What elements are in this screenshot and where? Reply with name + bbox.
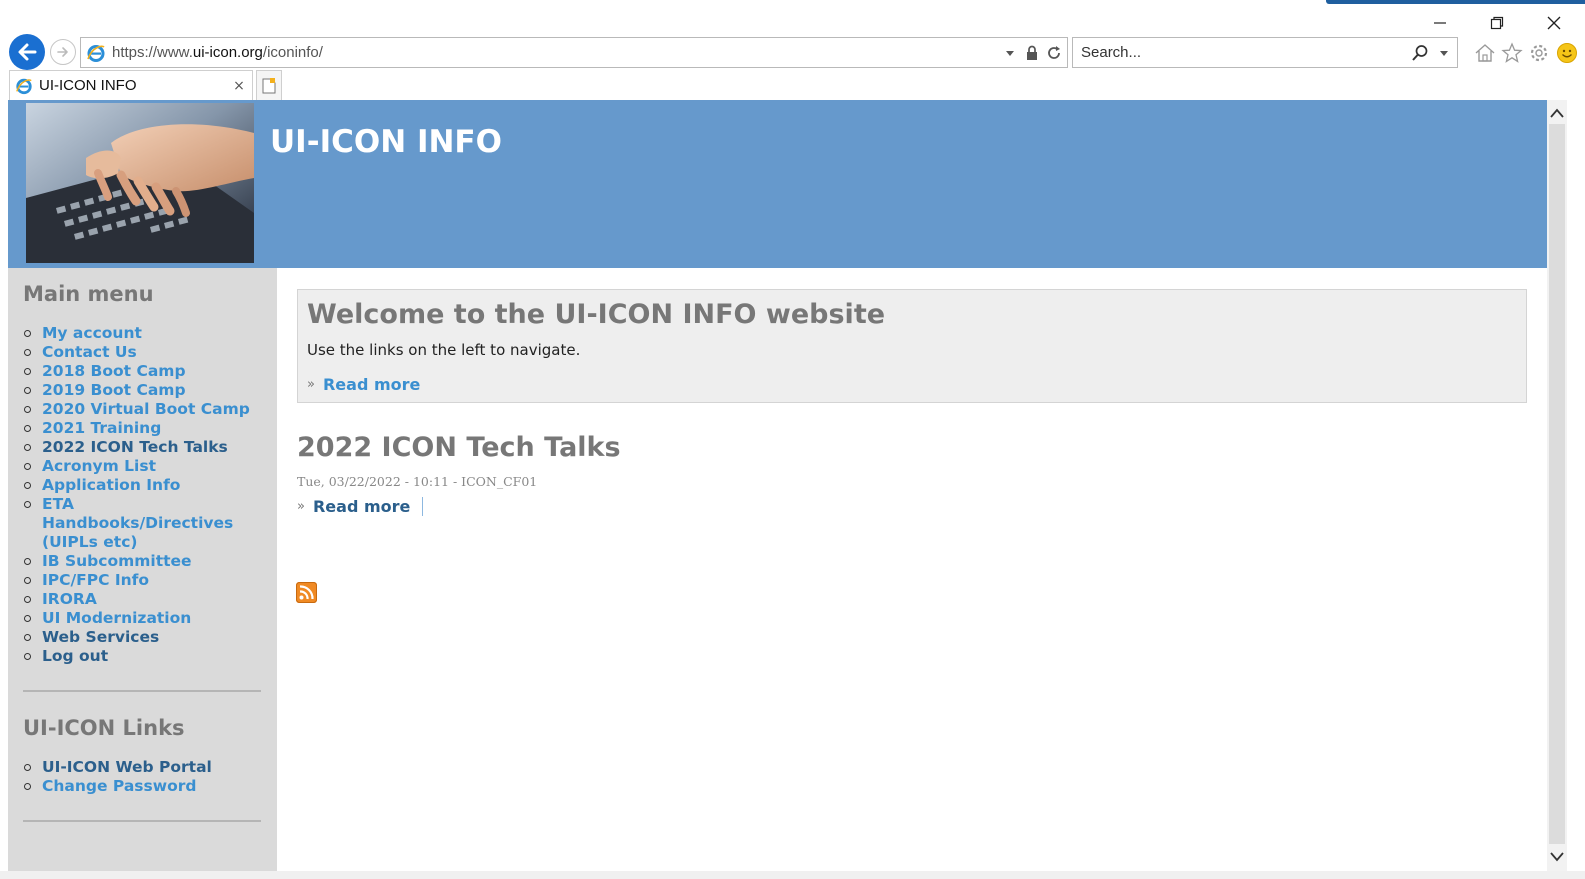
scroll-down-button[interactable]	[1549, 848, 1565, 866]
welcome-box: Welcome to the UI-ICON INFO website Use …	[297, 289, 1527, 403]
scroll-thumb[interactable]	[1549, 124, 1565, 844]
chevron-up-icon	[1550, 108, 1564, 118]
links-block-title: UI-ICON Links	[23, 716, 185, 740]
article-title[interactable]: 2022 ICON Tech Talks	[297, 432, 621, 463]
restore-icon	[1490, 16, 1504, 30]
url-domain: ui-icon.org	[192, 44, 263, 61]
tab-ui-icon-info[interactable]: UI-ICON INFO ×	[9, 70, 253, 100]
favorites-button[interactable]	[1501, 42, 1523, 64]
menu-item-acronym-list[interactable]: Acronym List	[23, 457, 253, 476]
title-accent-strip	[1326, 0, 1585, 4]
ie-logo-icon	[87, 44, 105, 62]
address-bar[interactable]: https://www.ui-icon.org/iconinfo/	[80, 37, 1068, 68]
menu-item-log-out[interactable]: Log out	[23, 647, 253, 666]
raquo-icon: »	[297, 499, 305, 514]
welcome-text: Use the links on the left to navigate.	[307, 341, 581, 359]
article-read-more-link[interactable]: Read more	[313, 497, 410, 516]
site-title: UI-ICON INFO	[270, 124, 502, 160]
menu-item-ib-subcommittee[interactable]: IB Subcommittee	[23, 552, 253, 571]
smiley-icon	[1557, 43, 1577, 63]
search-dropdown-button[interactable]	[1435, 44, 1453, 62]
restore-button[interactable]	[1477, 10, 1517, 36]
search-input[interactable]	[1073, 44, 1409, 61]
article-read-more-row: » Read more	[297, 497, 424, 516]
tab-close-button[interactable]: ×	[230, 78, 248, 94]
typing-keyboard-image	[26, 103, 254, 263]
refresh-icon	[1048, 45, 1060, 59]
menu-item-ipc-fpc-info[interactable]: IPC/FPC Info	[23, 571, 253, 590]
welcome-title: Welcome to the UI-ICON INFO website	[307, 299, 886, 330]
menu-item-2020-virtual-boot-camp[interactable]: 2020 Virtual Boot Camp	[23, 400, 253, 419]
search-bar[interactable]	[1072, 37, 1458, 68]
back-arrow-icon	[18, 43, 37, 61]
menu-item-my-account[interactable]: My account	[23, 324, 253, 343]
menu-item-2019-boot-camp[interactable]: 2019 Boot Camp	[23, 381, 253, 400]
browser-chrome: https://www.ui-icon.org/iconinfo/ Search…	[0, 0, 1585, 100]
home-icon	[1475, 44, 1495, 62]
minimize-button[interactable]	[1420, 10, 1460, 36]
close-icon	[1547, 16, 1561, 30]
feedback-button[interactable]	[1556, 42, 1578, 64]
menu-item-2022-icon-tech-talks[interactable]: 2022 ICON Tech Talks	[23, 438, 253, 457]
menu-item-eta-handbooks[interactable]: ETA Handbooks/Directives (UIPLs etc)	[23, 495, 233, 552]
chevron-down-icon	[1550, 852, 1564, 862]
welcome-read-more-row: » Read more	[307, 375, 420, 394]
window-bottom-edge	[0, 871, 1585, 879]
tools-button[interactable]	[1528, 42, 1550, 64]
sidebar-divider	[23, 690, 261, 692]
rss-icon[interactable]	[296, 582, 317, 603]
links-list: UI-ICON Web Portal Change Password	[23, 758, 253, 796]
minimize-icon	[1434, 22, 1446, 24]
address-dropdown-button[interactable]	[1001, 44, 1019, 62]
link-separator	[422, 497, 424, 516]
close-window-button[interactable]	[1534, 10, 1574, 36]
raquo-icon: »	[307, 377, 315, 392]
link-change-password[interactable]: Change Password	[23, 777, 253, 796]
tab-title: UI-ICON INFO	[39, 77, 137, 94]
menu-item-2021-training[interactable]: 2021 Training	[23, 419, 253, 438]
search-icon	[1412, 44, 1428, 61]
menu-item-web-services[interactable]: Web Services	[23, 628, 253, 647]
lock-icon	[1027, 45, 1037, 60]
forward-button[interactable]	[50, 39, 76, 65]
menu-item-application-info[interactable]: Application Info	[23, 476, 253, 495]
sidebar: Main menu My account Contact Us 2018 Boo…	[8, 268, 277, 871]
page-viewport: UI-ICON INFO Main menu My account Contac…	[8, 100, 1565, 871]
main-menu-title: Main menu	[23, 282, 154, 306]
link-ui-icon-web-portal[interactable]: UI-ICON Web Portal	[23, 758, 253, 777]
dropdown-icon	[1006, 50, 1014, 56]
home-button[interactable]	[1474, 42, 1496, 64]
refresh-button[interactable]	[1045, 44, 1063, 62]
menu-item-contact-us[interactable]: Contact Us	[23, 343, 253, 362]
search-button[interactable]	[1409, 44, 1431, 62]
sidebar-divider	[23, 820, 261, 822]
article-meta: Tue, 03/22/2022 - 10:11 - ICON_CF01	[297, 474, 538, 489]
star-icon	[1501, 42, 1523, 63]
address-url[interactable]: https://www.ui-icon.org/iconinfo/	[112, 44, 1001, 61]
dropdown-icon	[1440, 50, 1448, 56]
security-lock-button[interactable]	[1023, 44, 1041, 62]
forward-arrow-icon	[57, 47, 68, 57]
main-menu-list: My account Contact Us 2018 Boot Camp 201…	[23, 324, 253, 666]
gear-icon	[1530, 44, 1548, 62]
site-header: UI-ICON INFO	[8, 100, 1565, 268]
url-path: /iconinfo/	[262, 44, 323, 61]
scroll-up-button[interactable]	[1549, 104, 1565, 122]
welcome-read-more-link[interactable]: Read more	[323, 375, 420, 394]
menu-item-irora[interactable]: IRORA	[23, 590, 253, 609]
menu-item-2018-boot-camp[interactable]: 2018 Boot Camp	[23, 362, 253, 381]
new-tab-icon	[262, 77, 276, 93]
back-button[interactable]	[9, 34, 45, 70]
vertical-scrollbar[interactable]	[1547, 100, 1567, 871]
url-prefix: https://www.	[112, 44, 193, 61]
menu-item-ui-modernization[interactable]: UI Modernization	[23, 609, 253, 628]
ie-logo-icon	[16, 78, 32, 94]
new-tab-button[interactable]	[256, 70, 282, 100]
